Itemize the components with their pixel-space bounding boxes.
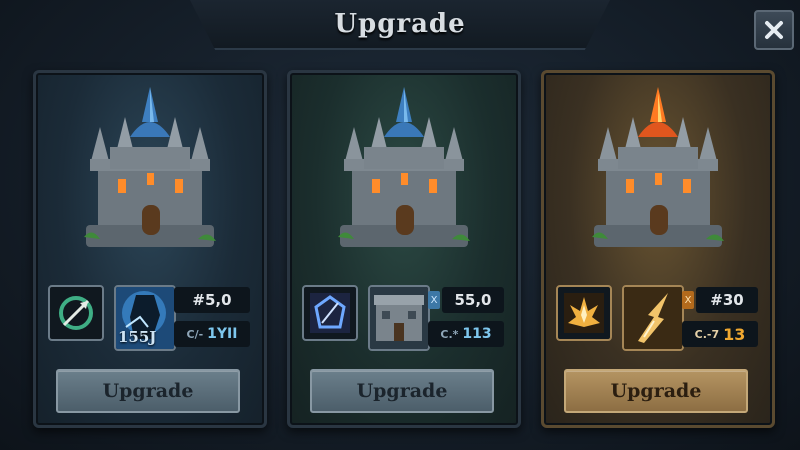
- lightning-claw-slot[interactable]: [622, 285, 684, 351]
- currency-tag: X: [682, 291, 694, 309]
- arcane-rune-icon: [310, 293, 350, 333]
- stat-level-prefix: C.-7: [694, 327, 720, 341]
- stat-level-value: 113: [462, 326, 492, 342]
- stat-level: C.-7 13: [682, 321, 758, 347]
- skill-slot-2[interactable]: [302, 285, 358, 341]
- lightning-claw-icon: [624, 287, 682, 349]
- stat-level-value: 1YII: [207, 326, 238, 342]
- frost-wizard-slot[interactable]: 155J: [114, 285, 176, 351]
- upgrade-card-2: X 55,0 C.* 113 Upgrade: [287, 70, 521, 428]
- skill-slot-3[interactable]: [556, 285, 612, 341]
- fire-tower-icon: [592, 87, 724, 247]
- stat-cost: 55,0: [442, 287, 504, 313]
- fire-burst-icon: [564, 293, 604, 333]
- stat-level-prefix: C.*: [440, 327, 459, 341]
- close-button[interactable]: [754, 10, 794, 50]
- stat-level-prefix: C/-: [186, 327, 204, 341]
- stat-level-value: 13: [723, 324, 746, 344]
- upgrade-button-2[interactable]: Upgrade: [310, 369, 494, 413]
- stone-wall-slot[interactable]: [368, 285, 430, 351]
- page-title: Upgrade: [334, 9, 466, 39]
- frost-wizard-level: 155J: [118, 328, 157, 346]
- stat-cost: #30: [696, 287, 758, 313]
- upgrade-button-3[interactable]: Upgrade: [564, 369, 748, 413]
- blue-tower-icon: [84, 87, 216, 247]
- crosshair-arrow-icon: [59, 296, 93, 330]
- stat-cost: #5,0: [174, 287, 250, 313]
- title-bar: Upgrade: [190, 0, 610, 50]
- stat-level: C.* 113: [428, 321, 504, 347]
- upgrade-card-3: X #30 C.-7 13 Upgrade: [541, 70, 775, 428]
- currency-tag: X: [428, 291, 440, 309]
- stat-level: C/- 1YII: [174, 321, 250, 347]
- teal-tower-icon: [338, 87, 470, 247]
- stat-cost-value: 55,0: [454, 291, 492, 309]
- stone-wall-icon: [370, 287, 428, 349]
- stat-cost-value: #30: [710, 291, 744, 309]
- stat-cost-value: #5,0: [192, 291, 232, 309]
- skill-slot-1[interactable]: [48, 285, 104, 341]
- upgrade-button-1[interactable]: Upgrade: [56, 369, 240, 413]
- close-icon: [765, 21, 783, 39]
- upgrade-card-1: 155J #5,0 C/- 1YII Upgrade: [33, 70, 267, 428]
